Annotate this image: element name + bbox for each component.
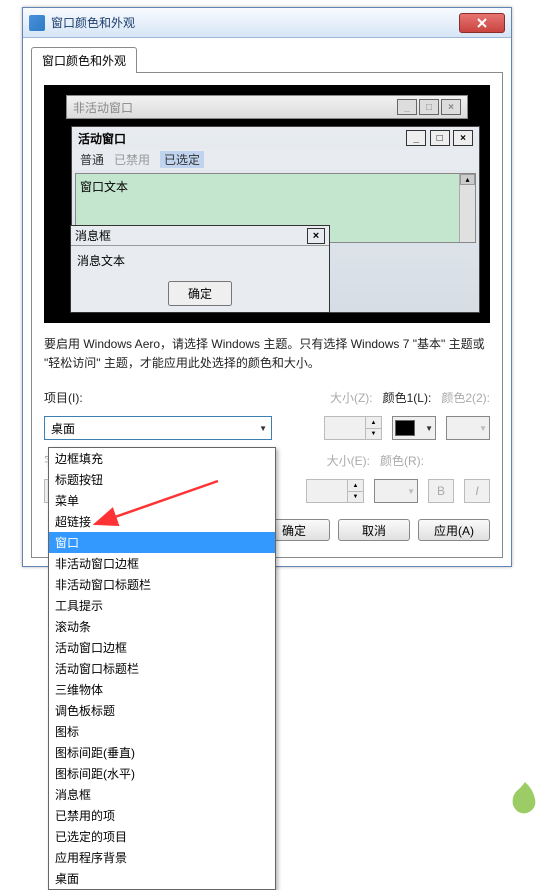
- dropdown-item[interactable]: 调色板标题: [49, 700, 275, 721]
- minimize-icon: _: [397, 99, 417, 115]
- maximize-icon: □: [430, 130, 450, 146]
- dropdown-item[interactable]: 滚动条: [49, 616, 275, 637]
- item-combo[interactable]: 桌面: [44, 416, 272, 440]
- item-label: 项目(I):: [44, 389, 320, 406]
- dropdown-item[interactable]: 活动窗口边框: [49, 637, 275, 658]
- preview-scrollbar: [459, 174, 475, 242]
- msgbox-buttons: 确定: [71, 275, 329, 312]
- dropdown-item[interactable]: 非活动窗口边框: [49, 553, 275, 574]
- preview-message-box: 消息框 × 消息文本 确定: [70, 225, 330, 313]
- minimize-icon: _: [406, 130, 426, 146]
- close-icon: ×: [441, 99, 461, 115]
- controls-row-1b: 桌面 ▲▼ ▼ ▼: [44, 416, 490, 440]
- spinner-down-icon: ▼: [365, 429, 381, 440]
- color1-swatch: [395, 420, 415, 436]
- tab-window-color[interactable]: 窗口颜色和外观: [31, 47, 137, 73]
- controls-row-1: 项目(I): 大小(Z): 颜色1(L): 颜色2(2):: [44, 389, 490, 410]
- item-dropdown-list[interactable]: 边框填充标题按钮菜单超链接窗口非活动窗口边框非活动窗口标题栏工具提示滚动条活动窗…: [48, 447, 276, 890]
- size-label: 大小(Z):: [330, 389, 373, 406]
- dropdown-arrow-icon: ▼: [479, 424, 487, 433]
- active-window-title: 活动窗口: [78, 130, 126, 147]
- msgbox-ok-button: 确定: [168, 281, 232, 306]
- menu-selected: 已选定: [160, 151, 204, 168]
- menu-disabled: 已禁用: [114, 151, 150, 168]
- msgbox-body: 消息文本: [71, 246, 329, 275]
- italic-button: I: [464, 479, 490, 503]
- dropdown-item[interactable]: 图标: [49, 721, 275, 742]
- titlebar[interactable]: 窗口颜色和外观: [23, 8, 511, 38]
- close-icon: ×: [453, 130, 473, 146]
- dropdown-item[interactable]: 边框填充: [49, 448, 275, 469]
- spinner-up-icon: ▲: [365, 417, 381, 429]
- msgbox-title: 消息框: [75, 227, 111, 244]
- combo-selected-text: 桌面: [51, 420, 75, 437]
- color-r-label: 颜色(R):: [380, 452, 424, 469]
- watermark-icon: [505, 777, 545, 817]
- dropdown-item[interactable]: 三维物体: [49, 679, 275, 700]
- dropdown-item[interactable]: 桌面: [49, 868, 275, 889]
- dropdown-item[interactable]: 消息框: [49, 784, 275, 805]
- color2-label: 颜色2(2):: [441, 389, 490, 406]
- spinner-up-icon: ▲: [347, 480, 363, 492]
- color1-picker[interactable]: ▼: [392, 416, 436, 440]
- preview-menubar: 普通 已禁用 已选定: [72, 149, 479, 170]
- inactive-window-controls: _ □ ×: [397, 99, 461, 115]
- dropdown-item[interactable]: 菜单: [49, 490, 275, 511]
- dropdown-item[interactable]: 非活动窗口标题栏: [49, 574, 275, 595]
- dropdown-item[interactable]: 图标间距(水平): [49, 763, 275, 784]
- tab-header: 窗口颜色和外观: [31, 46, 503, 73]
- spinner-down-icon: ▼: [347, 492, 363, 503]
- dropdown-item[interactable]: 图标间距(垂直): [49, 742, 275, 763]
- dropdown-item[interactable]: 工具提示: [49, 595, 275, 616]
- cancel-button[interactable]: 取消: [338, 519, 410, 541]
- dropdown-item[interactable]: 标题按钮: [49, 469, 275, 490]
- preview-inactive-window: 非活动窗口 _ □ ×: [66, 95, 468, 119]
- window-text-label: 窗口文本: [80, 180, 128, 194]
- dropdown-item[interactable]: 已选定的项目: [49, 826, 275, 847]
- close-button[interactable]: [459, 13, 505, 33]
- dropdown-arrow-icon: ▼: [407, 487, 415, 496]
- app-icon: [29, 15, 45, 31]
- size2-label: 大小(E):: [327, 452, 370, 469]
- inactive-window-title: 非活动窗口: [73, 99, 133, 116]
- color2-picker: ▼: [446, 416, 490, 440]
- size-spinner: ▲▼: [324, 416, 382, 440]
- dropdown-item[interactable]: 已禁用的项: [49, 805, 275, 826]
- help-text: 要启用 Windows Aero，请选择 Windows 主题。只有选择 Win…: [44, 335, 490, 373]
- msgbox-titlebar: 消息框 ×: [71, 226, 329, 246]
- color-r-picker: ▼: [374, 479, 418, 503]
- window-title: 窗口颜色和外观: [51, 14, 459, 31]
- apply-button[interactable]: 应用(A): [418, 519, 490, 541]
- dropdown-item[interactable]: 活动窗口标题栏: [49, 658, 275, 679]
- dropdown-arrow-icon: ▼: [425, 424, 433, 433]
- maximize-icon: □: [419, 99, 439, 115]
- size2-spinner: ▲▼: [306, 479, 364, 503]
- dropdown-item[interactable]: 窗口: [49, 532, 275, 553]
- active-window-controls: _ □ ×: [406, 130, 473, 147]
- color1-label: 颜色1(L):: [383, 389, 432, 406]
- preview-area: 非活动窗口 _ □ × 活动窗口 _ □ ×: [44, 85, 490, 323]
- close-icon: ×: [307, 228, 325, 244]
- menu-normal: 普通: [80, 151, 104, 168]
- dropdown-item[interactable]: 超链接: [49, 511, 275, 532]
- bold-button: B: [428, 479, 454, 503]
- active-window-titlebar: 活动窗口 _ □ ×: [72, 127, 479, 149]
- dropdown-item[interactable]: 应用程序背景: [49, 847, 275, 868]
